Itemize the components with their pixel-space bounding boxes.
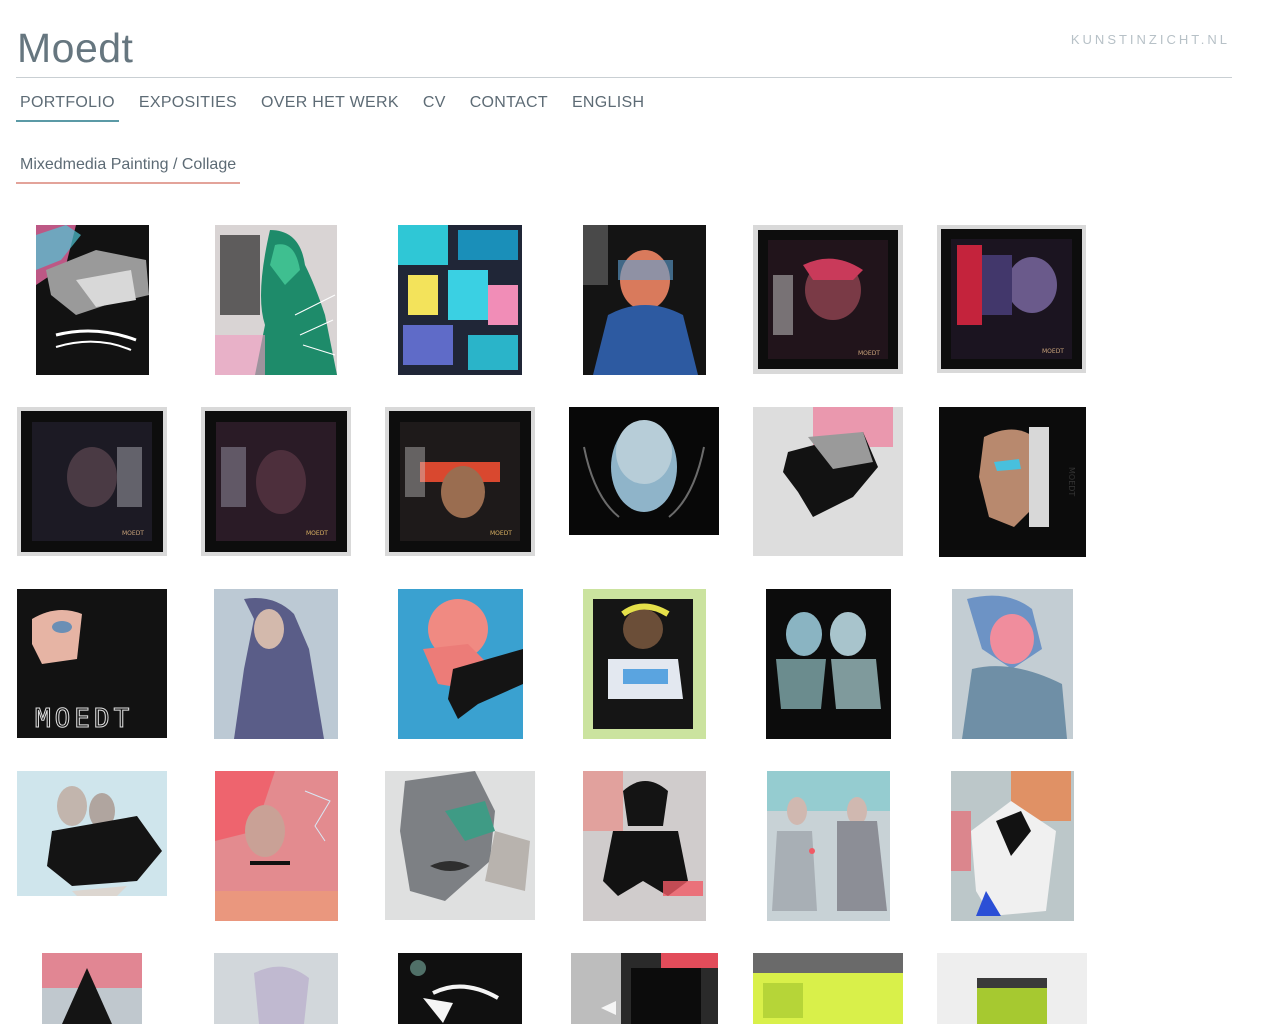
artwork-signature: MOEDT xyxy=(35,704,133,734)
artwork-thumb[interactable] xyxy=(951,771,1074,921)
artwork-thumb[interactable] xyxy=(215,225,337,375)
artwork-signature: MOEDT xyxy=(1042,348,1064,355)
artwork-thumb[interactable] xyxy=(937,953,1087,1024)
artwork-thumb[interactable] xyxy=(583,225,706,375)
artwork-signature: MOEDT xyxy=(490,530,512,537)
artwork-thumb[interactable]: MOEDT xyxy=(201,407,351,556)
artwork-thumb[interactable] xyxy=(753,407,903,556)
artwork-thumb[interactable] xyxy=(17,771,167,896)
artwork-signature: MOEDT xyxy=(122,530,144,537)
artwork-thumb[interactable] xyxy=(583,589,706,739)
artwork-thumb[interactable]: MOEDT xyxy=(385,407,535,556)
artwork-thumb[interactable]: MOEDT xyxy=(17,407,167,556)
artwork-thumb[interactable]: MOEDT xyxy=(939,407,1086,557)
artwork-thumb[interactable] xyxy=(767,771,890,921)
artwork-thumb[interactable] xyxy=(385,771,535,920)
artwork-thumb[interactable] xyxy=(398,589,523,739)
artwork-signature: MOEDT xyxy=(306,530,328,537)
artwork-signature: MOEDT xyxy=(858,350,880,357)
artwork-thumb[interactable]: MOEDT xyxy=(753,225,903,374)
artwork-thumb[interactable] xyxy=(952,589,1073,739)
artwork-thumb[interactable] xyxy=(569,407,719,535)
artwork-thumb[interactable] xyxy=(583,771,706,921)
artwork-thumb[interactable] xyxy=(214,589,338,739)
artwork-gallery: MOEDT MOEDT MOEDT MOEDT MOEDT MOEDT MOED… xyxy=(0,0,1280,1024)
artwork-thumb[interactable]: MOEDT xyxy=(937,225,1086,373)
artwork-thumb[interactable] xyxy=(398,953,522,1024)
artwork-thumb[interactable] xyxy=(766,589,891,739)
artwork-thumb[interactable] xyxy=(36,225,149,375)
artwork-signature: MOEDT xyxy=(1067,467,1076,496)
artwork-thumb[interactable]: MOEDT xyxy=(17,589,167,738)
artwork-thumb[interactable] xyxy=(753,953,903,1024)
artwork-thumb[interactable] xyxy=(215,771,338,921)
artwork-thumb[interactable] xyxy=(214,953,338,1024)
artwork-thumb[interactable] xyxy=(42,953,142,1024)
artwork-thumb[interactable] xyxy=(571,953,718,1024)
artwork-thumb[interactable] xyxy=(398,225,522,375)
